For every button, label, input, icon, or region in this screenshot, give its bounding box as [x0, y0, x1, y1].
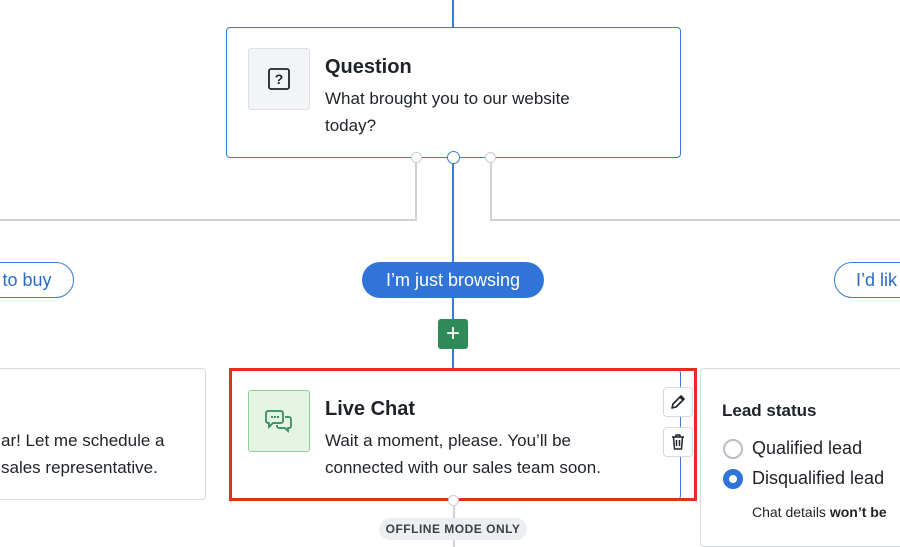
- disqualified-lead-label[interactable]: Disqualified lead: [752, 468, 884, 489]
- trash-icon: [672, 434, 684, 450]
- question-icon-box: ?: [248, 48, 310, 110]
- add-step-button[interactable]: +: [438, 319, 468, 349]
- connector-left-vertical: [415, 163, 417, 220]
- lead-status-panel: Lead status Qualified lead Disqualified …: [700, 368, 900, 547]
- choice-pill-center[interactable]: I’m just browsing: [362, 262, 544, 298]
- question-mark-icon: ?: [268, 68, 290, 90]
- chat-icon-box: [248, 390, 310, 452]
- connector-right-vertical: [490, 163, 492, 220]
- output-port-left[interactable]: [411, 152, 422, 163]
- output-port-right[interactable]: [485, 152, 496, 163]
- choice-pill-right[interactable]: I’d lik: [834, 262, 900, 298]
- connector-top: [452, 0, 454, 27]
- edit-node-button[interactable]: [663, 387, 693, 417]
- lead-status-title: Lead status: [722, 401, 817, 420]
- qualified-lead-label[interactable]: Qualified lead: [752, 438, 862, 459]
- disqualified-lead-radio[interactable]: [723, 469, 743, 489]
- pencil-icon: [671, 395, 685, 409]
- plus-icon: +: [445, 320, 460, 347]
- footnote-emphasis: won’t be: [829, 504, 887, 520]
- question-text: What brought you to our website today?: [325, 89, 570, 135]
- chat-details-footnote: Chat details won’t be: [752, 504, 887, 520]
- live-chat-output-port[interactable]: [448, 495, 459, 506]
- footnote-text: Chat details: [752, 504, 830, 520]
- left-node-line1: ar! Let me schedule a: [1, 431, 165, 450]
- svg-text:?: ?: [275, 71, 284, 87]
- question-node[interactable]: ? Question What brought you to our websi…: [226, 27, 681, 158]
- live-chat-title: Live Chat: [325, 398, 416, 420]
- left-node-line2: sales representative.: [1, 458, 158, 477]
- connector-right-horizontal: [490, 219, 900, 221]
- left-branch-node[interactable]: ar! Let me schedule a sales representati…: [0, 368, 206, 500]
- offline-mode-badge: OFFLINE MODE ONLY: [379, 518, 527, 540]
- live-chat-node[interactable]: Live Chat Wait a moment, please. You’ll …: [229, 369, 681, 500]
- live-chat-text: Wait a moment, please. You’ll be connect…: [325, 431, 601, 477]
- delete-node-button[interactable]: [663, 427, 693, 457]
- qualified-lead-radio[interactable]: [723, 439, 743, 459]
- question-title: Question: [325, 56, 412, 78]
- choice-pill-left[interactable]: to buy: [0, 262, 74, 298]
- connector-left-horizontal: [0, 219, 417, 221]
- output-port-center[interactable]: [447, 151, 460, 164]
- chat-bubbles-icon: [265, 410, 292, 434]
